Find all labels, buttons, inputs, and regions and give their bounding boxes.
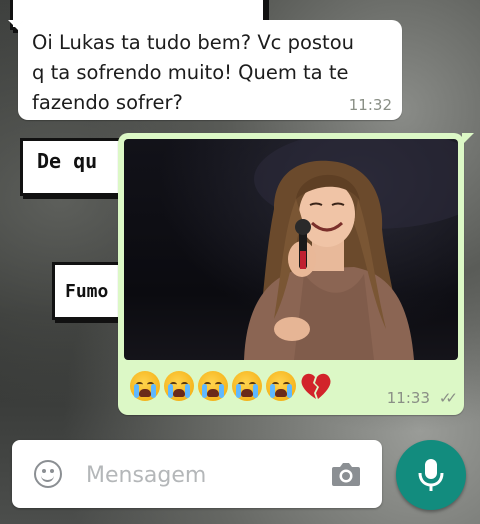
outgoing-message-bubble[interactable]: 11:33 ✓✓ [118, 133, 474, 415]
camera-icon[interactable] [330, 460, 362, 488]
loudly-crying-face-icon [232, 371, 262, 401]
incoming-message-bubble[interactable]: Oi Lukas ta tudo bem? Vc postou q ta sof… [8, 20, 402, 120]
loudly-crying-face-icon [164, 371, 194, 401]
loudly-crying-face-icon [198, 371, 228, 401]
message-photo[interactable] [124, 139, 458, 360]
microphone-button[interactable] [396, 440, 466, 510]
loudly-crying-face-icon [266, 371, 296, 401]
photo-illustration [244, 139, 458, 360]
outgoing-message-time: 11:33 [386, 389, 430, 407]
emoji-row [130, 371, 332, 401]
double-check-icon: ✓✓ [438, 389, 458, 407]
incoming-message-time: 11:32 [348, 96, 392, 114]
incoming-message-text: Oi Lukas ta tudo bem? Vc postou q ta sof… [32, 31, 354, 114]
message-input[interactable] [84, 456, 308, 494]
message-composer [12, 440, 382, 508]
loudly-crying-face-icon [130, 371, 160, 401]
broken-heart-icon [300, 371, 332, 401]
wallpaper-sticker-one: De qu [20, 138, 130, 196]
smiley-icon[interactable] [34, 460, 62, 488]
microphone-icon [418, 459, 444, 491]
